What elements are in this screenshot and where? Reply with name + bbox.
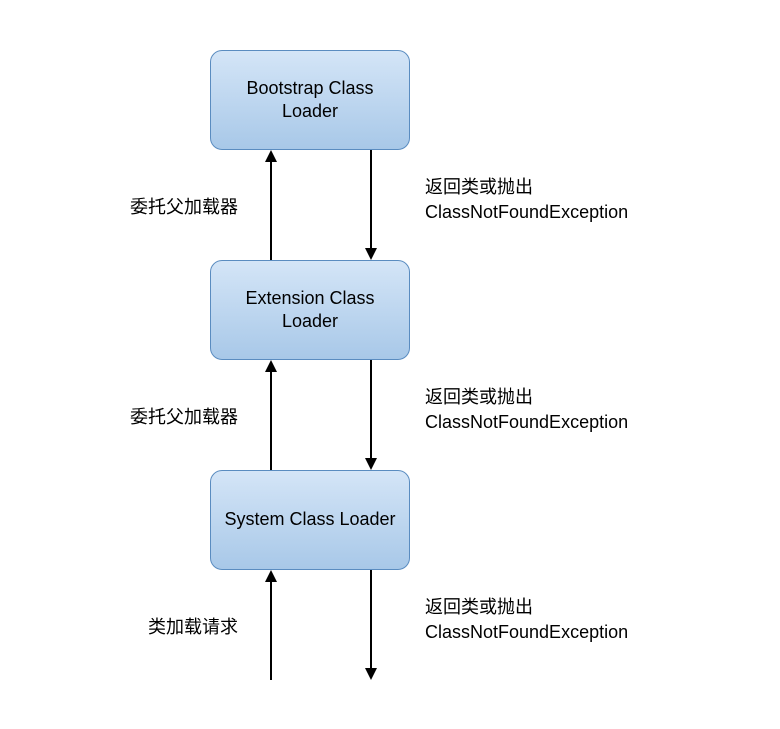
extension-label: Extension Class Loader bbox=[221, 287, 399, 334]
delegate-text-2: 委托父加载器 bbox=[130, 407, 238, 427]
return-line1-text-3: 返回类或抛出 bbox=[425, 597, 533, 617]
arrowhead-bootstrap-to-ext bbox=[365, 248, 377, 260]
arrowhead-sys-to-ext bbox=[265, 360, 277, 372]
system-class-loader-box: System Class Loader bbox=[210, 470, 410, 570]
return-label-3: 返回类或抛出 ClassNotFoundException bbox=[425, 595, 628, 645]
return-line2-text-2: ClassNotFoundException bbox=[425, 412, 628, 432]
arrow-sys-to-caller bbox=[370, 570, 372, 670]
return-label-1: 返回类或抛出 ClassNotFoundException bbox=[425, 175, 628, 225]
delegate-label-1: 委托父加载器 bbox=[130, 195, 238, 220]
return-line2-text-3: ClassNotFoundException bbox=[425, 622, 628, 642]
return-line1-text-1: 返回类或抛出 bbox=[425, 177, 533, 197]
arrow-bootstrap-to-ext bbox=[370, 150, 372, 250]
request-label: 类加载请求 bbox=[148, 615, 238, 640]
return-line2-text-1: ClassNotFoundException bbox=[425, 202, 628, 222]
request-text: 类加载请求 bbox=[148, 617, 238, 637]
arrow-ext-to-bootstrap bbox=[270, 160, 272, 260]
extension-class-loader-box: Extension Class Loader bbox=[210, 260, 410, 360]
bootstrap-label: Bootstrap Class Loader bbox=[221, 77, 399, 124]
arrow-sys-to-ext bbox=[270, 370, 272, 470]
delegate-text-1: 委托父加载器 bbox=[130, 197, 238, 217]
delegate-label-2: 委托父加载器 bbox=[130, 405, 238, 430]
arrowhead-ext-to-bootstrap bbox=[265, 150, 277, 162]
system-label: System Class Loader bbox=[224, 508, 395, 531]
arrowhead-sys-to-caller bbox=[365, 668, 377, 680]
return-label-2: 返回类或抛出 ClassNotFoundException bbox=[425, 385, 628, 435]
arrowhead-request-to-sys bbox=[265, 570, 277, 582]
arrow-ext-to-sys bbox=[370, 360, 372, 460]
return-line1-text-2: 返回类或抛出 bbox=[425, 387, 533, 407]
arrow-request-to-sys bbox=[270, 580, 272, 680]
arrowhead-ext-to-sys bbox=[365, 458, 377, 470]
bootstrap-class-loader-box: Bootstrap Class Loader bbox=[210, 50, 410, 150]
